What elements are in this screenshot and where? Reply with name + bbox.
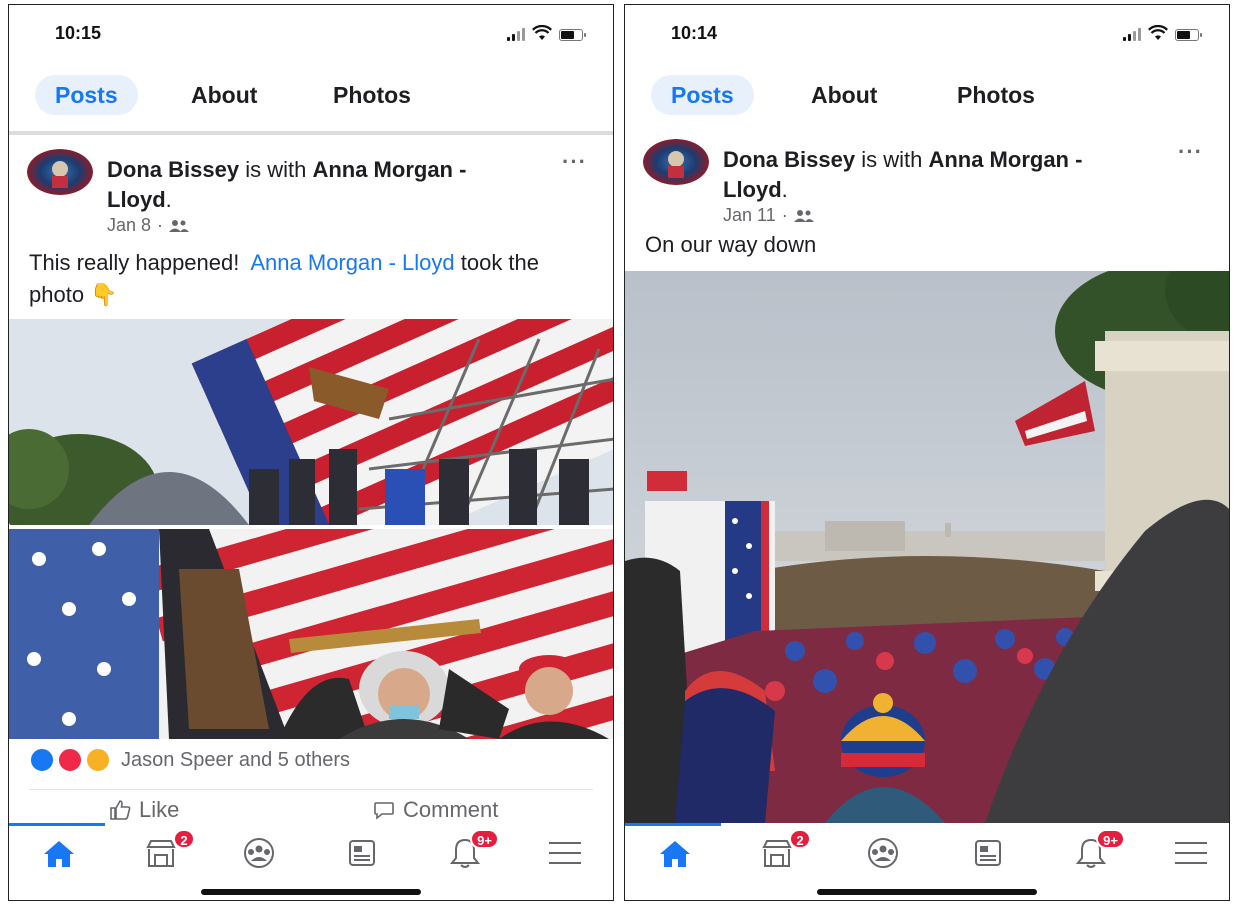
news-icon[interactable]: [341, 835, 381, 871]
avatar[interactable]: [27, 149, 93, 195]
groups-icon[interactable]: [239, 835, 279, 871]
phone-screen-left: 10:15 Posts About Photos Dona Bissey is …: [8, 4, 614, 901]
comment-button[interactable]: Comment: [373, 797, 498, 823]
phone-screen-right: 10:14 Posts About Photos Dona Bissey is …: [624, 4, 1230, 901]
home-icon[interactable]: [655, 835, 695, 871]
profile-tabs: Posts About Photos: [625, 59, 1229, 135]
battery-icon: [559, 29, 586, 41]
home-indicator: [201, 889, 421, 895]
reactions-row[interactable]: Jason Speer and 5 others: [29, 747, 350, 773]
signal-icon: [507, 27, 525, 41]
post-photo[interactable]: [625, 271, 1229, 823]
tab-photos[interactable]: Photos: [333, 75, 411, 115]
wifi-icon: [1148, 25, 1168, 40]
like-label: Like: [139, 797, 180, 822]
signal-icon: [1123, 27, 1141, 41]
marketplace-icon[interactable]: 2: [757, 829, 811, 871]
post-meta: Jan 11 ·: [723, 205, 814, 226]
active-tab-indicator: [9, 823, 105, 826]
post-text: On our way down: [645, 232, 817, 257]
author-name[interactable]: Dona Bissey: [107, 157, 239, 182]
thumb-up-icon: [110, 800, 131, 820]
reactions-text: Jason Speer and 5 others: [121, 748, 351, 771]
post-photo-2[interactable]: [9, 529, 613, 739]
love-reaction-icon: [57, 747, 83, 773]
battery-icon: [1175, 29, 1202, 41]
tab-posts[interactable]: Posts: [651, 75, 754, 115]
home-indicator: [817, 889, 1037, 895]
post-author-line: Dona Bissey is with Anna Morgan - Lloyd.: [107, 155, 537, 215]
tab-posts[interactable]: Posts: [35, 75, 138, 115]
status-icons: [507, 25, 586, 41]
status-bar: 10:14: [625, 5, 1229, 59]
friends-icon: [169, 219, 190, 232]
with-text: is with: [861, 147, 923, 172]
menu-icon[interactable]: [545, 835, 585, 871]
author-name[interactable]: Dona Bissey: [723, 147, 855, 172]
action-divider: [29, 789, 593, 790]
avatar[interactable]: [643, 139, 709, 185]
meta-dot: ·: [781, 205, 788, 225]
groups-icon[interactable]: [863, 835, 903, 871]
pointing-down-emoji: 👇: [90, 282, 118, 307]
marketplace-icon[interactable]: 2: [141, 829, 195, 871]
notifications-badge: 9+: [1096, 829, 1125, 849]
more-icon[interactable]: ···: [562, 149, 587, 175]
notifications-badge: 9+: [470, 829, 499, 849]
like-reaction-icon: [29, 747, 55, 773]
marketplace-badge: 2: [789, 829, 811, 849]
post-header: Dona Bissey is with Anna Morgan - Lloyd.…: [9, 135, 613, 247]
post-photo-1[interactable]: [9, 319, 613, 525]
bell-icon[interactable]: 9+: [445, 829, 499, 871]
period: .: [165, 187, 172, 212]
post-date[interactable]: Jan 11: [723, 205, 776, 226]
post-text-link[interactable]: Anna Morgan - Lloyd: [250, 250, 454, 275]
bottom-nav: 2 9+: [9, 823, 613, 900]
status-bar: 10:15: [9, 5, 613, 59]
wifi-icon: [532, 25, 552, 40]
bell-icon[interactable]: 9+: [1071, 829, 1125, 871]
tab-about[interactable]: About: [191, 75, 257, 115]
post-header: Dona Bissey is with Anna Morgan - Lloyd.…: [625, 125, 1229, 237]
post-author-line: Dona Bissey is with Anna Morgan - Lloyd.: [723, 145, 1153, 205]
active-tab-indicator: [625, 823, 721, 826]
news-icon[interactable]: [967, 835, 1007, 871]
profile-tabs: Posts About Photos: [9, 59, 613, 135]
tab-about[interactable]: About: [811, 75, 877, 115]
with-text: is with: [245, 157, 307, 182]
wow-reaction-icon: [85, 747, 111, 773]
bottom-nav: 2 9+: [625, 823, 1229, 900]
comment-label: Comment: [403, 797, 499, 822]
status-time: 10:14: [671, 23, 718, 43]
post-text-before: This really happened!: [29, 250, 240, 275]
more-icon[interactable]: ···: [1178, 139, 1203, 165]
status-icons: [1123, 25, 1202, 41]
post-date[interactable]: Jan 8: [107, 215, 151, 236]
tab-photos[interactable]: Photos: [957, 75, 1035, 115]
meta-dot: ·: [157, 215, 164, 235]
marketplace-badge: 2: [173, 829, 195, 849]
post-meta: Jan 8 ·: [107, 215, 190, 236]
friends-icon: [793, 209, 814, 222]
home-icon[interactable]: [39, 835, 79, 871]
like-button[interactable]: Like: [109, 797, 179, 823]
post-text: This really happened! Anna Morgan - Lloy…: [29, 247, 589, 311]
status-time: 10:15: [55, 23, 102, 43]
menu-icon[interactable]: [1171, 835, 1211, 871]
comment-icon: [374, 802, 394, 820]
period: .: [781, 177, 788, 202]
